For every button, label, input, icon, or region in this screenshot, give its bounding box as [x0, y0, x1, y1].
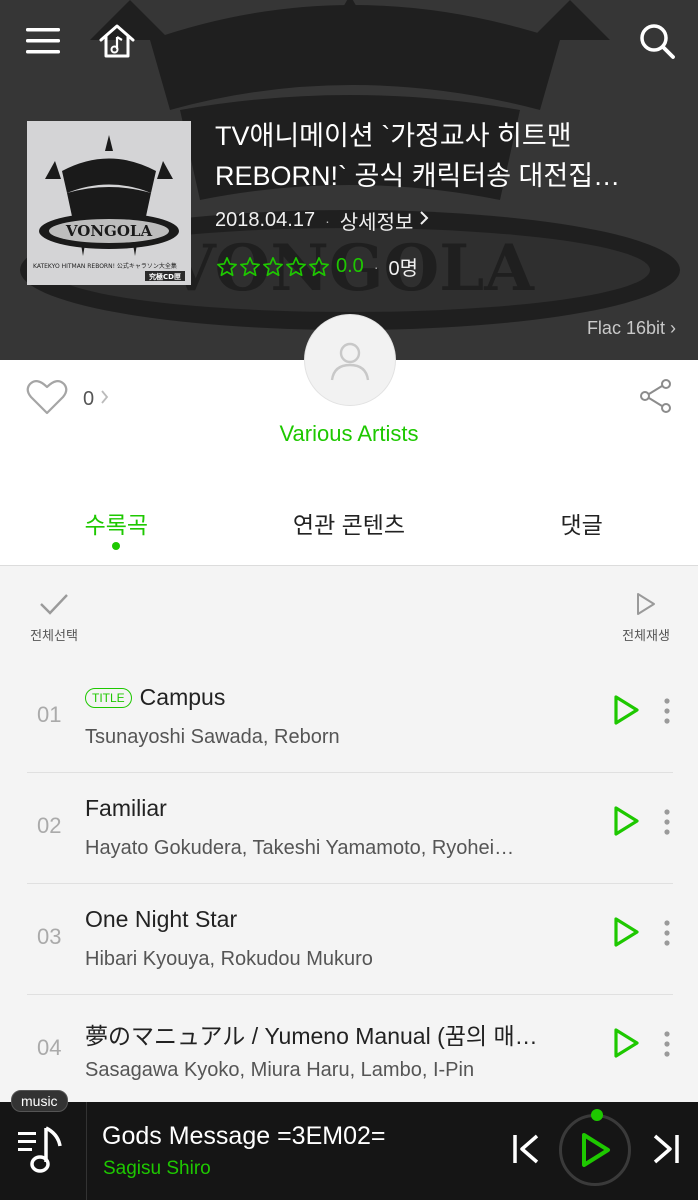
play-all-label: 전체재생 [622, 628, 670, 643]
heart-icon [25, 378, 69, 421]
chevron-right-icon: › [670, 318, 676, 338]
playlist-music-icon[interactable] [14, 1122, 70, 1183]
more-options-icon[interactable] [663, 1031, 671, 1062]
track-artists: Hibari Kyouya, Rokudou Mukuro [85, 948, 373, 970]
cover-subtitle-text: KATEKYO HITMAN REBORN! 公式キャラソン大全集 [33, 262, 177, 270]
track-title: Campus [139, 684, 226, 710]
track-row[interactable]: 01 TITLE Campus Tsunayoshi Sawada, Rebor… [27, 662, 673, 773]
music-tag-badge: music [11, 1090, 68, 1112]
now-playing-artist[interactable]: Sagisu Shiro [103, 1158, 211, 1180]
track-title: 夢のマニュアル / Yumeno Manual (꿈의 매… [85, 1023, 538, 1049]
check-icon [38, 594, 70, 620]
track-artists: Sasagawa Kyoko, Miura Haru, Lambo, I-Pin [85, 1059, 475, 1081]
track-title-line: One Night Star [85, 906, 575, 933]
share-icon[interactable] [638, 378, 674, 419]
select-all-button[interactable]: 전체선택 [24, 592, 84, 644]
track-row[interactable]: 04 夢のマニュアル / Yumeno Manual (꿈의 매… Sasaga… [27, 995, 673, 1106]
track-list: 전체선택 전체재생 01 TITLE Campus Tsunayoshi Saw… [0, 566, 698, 1102]
album-title: TV애니메이션 `가정교사 히트맨 REBORN!` 공식 캐릭터송 대전집… [215, 121, 621, 191]
progress-indicator[interactable] [591, 1109, 603, 1121]
cover-badge-text: 究極CD匣 [149, 272, 181, 281]
search-icon[interactable] [636, 20, 678, 62]
star-icon [217, 256, 237, 276]
rating[interactable]: 0.0 · 0명 [216, 252, 418, 281]
artist-name[interactable]: Various Artists [0, 421, 698, 447]
more-options-icon[interactable] [663, 809, 671, 840]
track-title-line: 夢のマニュアル / Yumeno Manual (꿈의 매… [85, 1017, 575, 1051]
track-number: 03 [37, 924, 62, 949]
player-divider [86, 1102, 87, 1200]
track-title: Familiar [85, 795, 167, 821]
track-title-line: TITLE Campus [85, 684, 575, 711]
star-icon [240, 256, 260, 276]
play-all-button[interactable]: 전체재생 [616, 592, 676, 644]
rating-score: 0.0 [336, 255, 364, 277]
now-playing-title[interactable]: Gods Message =3EM02= [102, 1122, 386, 1151]
quality-label: Flac 16bit [586, 318, 665, 338]
album-header: VONGOLA VONGOLA KATEKYO HITMAN REBORN! 公… [0, 0, 698, 360]
meta-separator: · [325, 212, 330, 229]
title-badge: TITLE [85, 687, 132, 708]
track-title: One Night Star [85, 906, 238, 932]
detail-link[interactable]: 상세정보 [340, 206, 414, 235]
play-icon[interactable] [612, 1027, 640, 1064]
star-icon [263, 256, 283, 276]
play-outline-icon [635, 593, 657, 620]
like-button[interactable]: 0 [25, 378, 109, 421]
rating-stars [216, 256, 330, 278]
chevron-right-icon [419, 209, 429, 232]
home-music-icon[interactable] [96, 20, 138, 62]
play-button[interactable] [559, 1114, 631, 1186]
star-icon [309, 256, 329, 276]
play-icon[interactable] [612, 916, 640, 953]
tab-comments[interactable]: 댓글 [465, 480, 698, 565]
quality-link[interactable]: Flac 16bit › [587, 318, 676, 339]
track-title-line: Familiar [85, 795, 575, 822]
tab-related-content[interactable]: 연관 콘텐츠 [233, 480, 466, 565]
album-meta: 2018.04.17 · 상세정보 [215, 206, 429, 235]
track-number: 02 [37, 813, 62, 838]
tab-tracks[interactable]: 수록곡 [0, 480, 233, 565]
track-artists: Tsunayoshi Sawada, Reborn [85, 726, 340, 748]
track-row[interactable]: 03 One Night Star Hibari Kyouya, Rokudou… [27, 884, 673, 995]
rating-count: 0명 [388, 258, 419, 280]
track-number: 01 [37, 702, 62, 727]
tab-bar: 수록곡 연관 콘텐츠 댓글 [0, 480, 698, 566]
star-icon [286, 256, 306, 276]
previous-icon[interactable] [510, 1132, 542, 1171]
release-date: 2018.04.17 [215, 209, 316, 231]
track-row[interactable]: 02 Familiar Hayato Gokudera, Takeshi Yam… [27, 773, 673, 884]
play-icon [582, 1133, 610, 1167]
next-icon[interactable] [650, 1132, 682, 1171]
menu-icon[interactable] [22, 20, 64, 62]
track-number: 04 [37, 1035, 62, 1060]
like-count: 0 [83, 388, 95, 410]
more-options-icon[interactable] [663, 698, 671, 729]
cover-logo-text: VONGOLA [65, 222, 153, 240]
play-icon[interactable] [612, 805, 640, 842]
rating-separator: · [373, 258, 379, 275]
album-cover[interactable]: VONGOLA KATEKYO HITMAN REBORN! 公式キャラソン大全… [27, 121, 191, 285]
track-artists: Hayato Gokudera, Takeshi Yamamoto, Ryohe… [85, 837, 515, 859]
play-icon[interactable] [612, 694, 640, 731]
chevron-right-icon [100, 389, 109, 410]
select-all-label: 전체선택 [30, 628, 78, 643]
more-options-icon[interactable] [663, 920, 671, 951]
artist-avatar[interactable] [304, 314, 396, 406]
